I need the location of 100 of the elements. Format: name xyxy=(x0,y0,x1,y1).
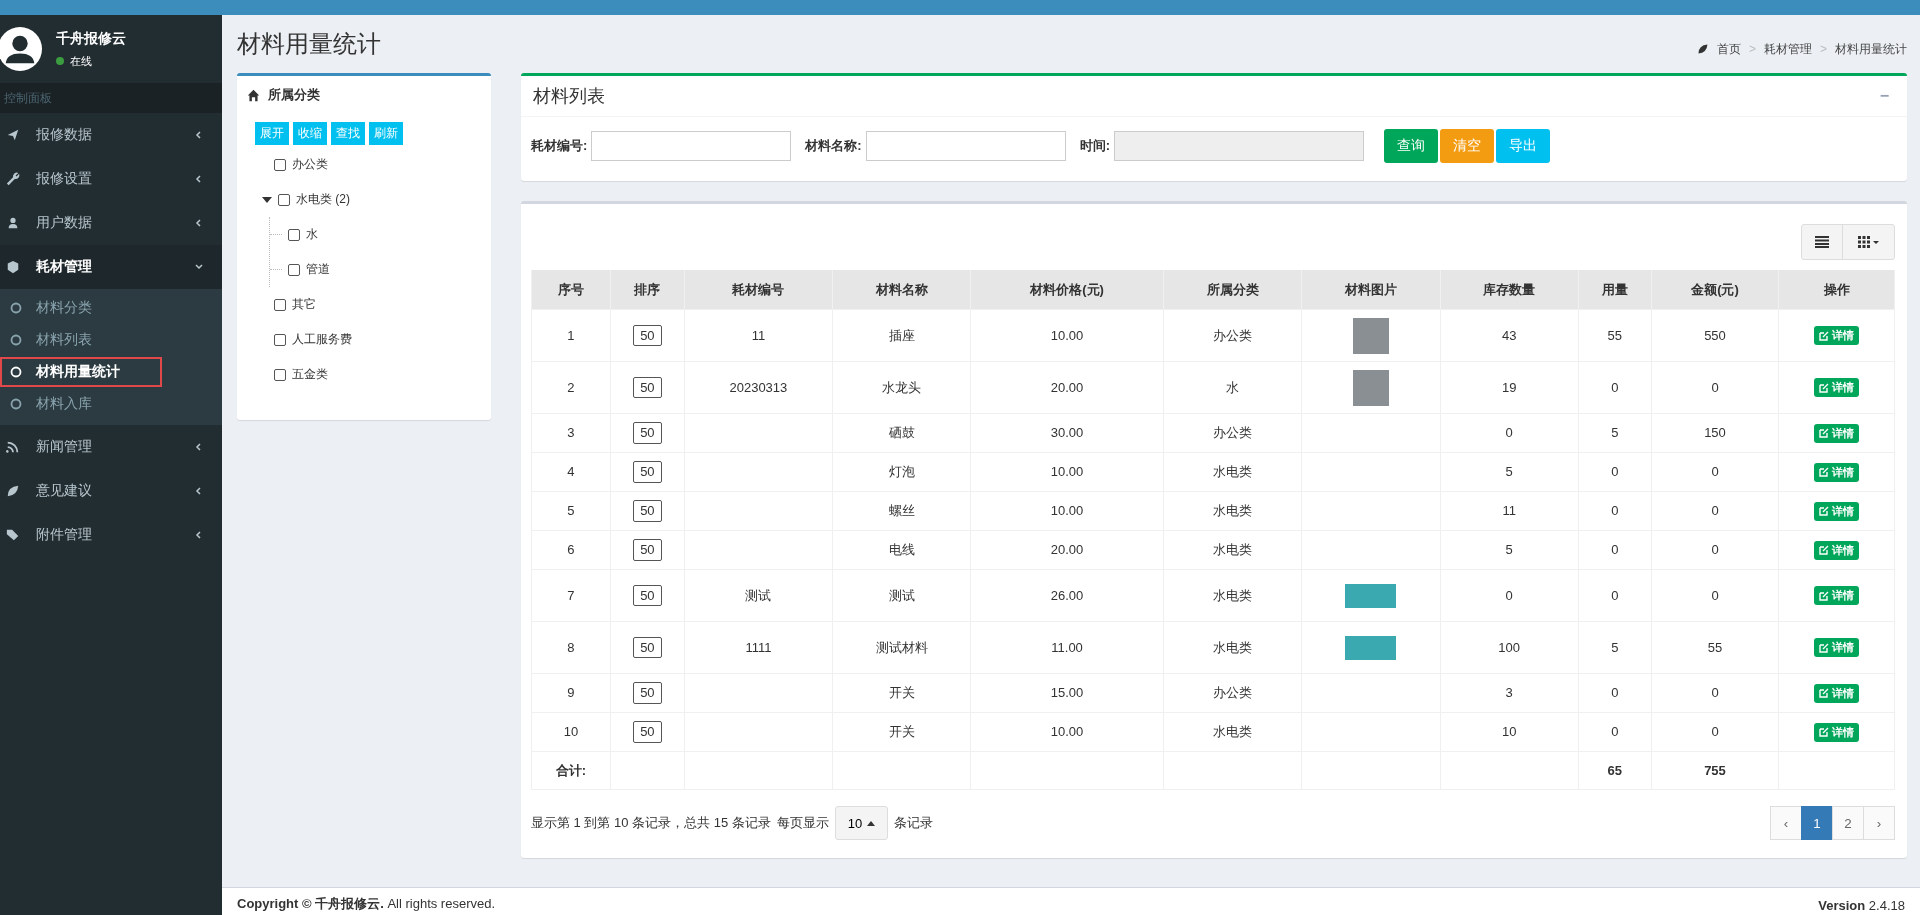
submenu-item[interactable]: 材料用量统计 xyxy=(0,357,162,387)
checkbox[interactable] xyxy=(288,228,300,241)
sort-field[interactable]: 50 xyxy=(633,539,662,561)
edit-icon xyxy=(1819,688,1830,698)
column-header: 材料价格(元) xyxy=(970,270,1164,310)
sort-field[interactable]: 50 xyxy=(633,682,662,704)
table-cell: 5 xyxy=(1505,464,1513,480)
column-header: 用量 xyxy=(1578,270,1652,310)
edit-icon xyxy=(1819,428,1830,438)
tree-item[interactable]: 五金类 xyxy=(292,366,328,383)
table-cell: 30.00 xyxy=(1050,425,1084,441)
breadcrumb-link[interactable]: 耗材管理 xyxy=(1764,40,1812,58)
sort-field[interactable]: 50 xyxy=(633,500,662,522)
page-size-dropdown[interactable]: 10 xyxy=(834,806,889,840)
table-cell: 5 xyxy=(1505,542,1513,558)
table-cell: 550 xyxy=(1704,327,1726,343)
menu-item[interactable]: 耗材管理 xyxy=(0,245,222,289)
column-header: 耗材编号 xyxy=(684,270,833,310)
input-field[interactable] xyxy=(865,131,1066,161)
menu-item[interactable]: 报修数据 xyxy=(0,113,222,157)
table-cell: 10 xyxy=(1501,724,1517,740)
table-cell: 7 xyxy=(567,587,575,603)
submenu-item[interactable]: 材料列表 xyxy=(0,325,162,355)
menu-item[interactable]: 报修设置 xyxy=(0,157,222,201)
status-dot xyxy=(56,57,64,65)
next-page-button[interactable]: › xyxy=(1863,806,1895,840)
previous-page-button[interactable]: ‹ xyxy=(1770,806,1802,840)
table-cell: 3 xyxy=(1505,685,1513,701)
panel-title: 所属分类 xyxy=(268,86,320,104)
table-cell: 9 xyxy=(567,685,575,701)
user-name: 千舟报修云 xyxy=(56,29,126,48)
edit-icon xyxy=(1819,382,1830,393)
table-cell: 11 xyxy=(1502,503,1516,519)
sort-field[interactable]: 50 xyxy=(633,584,662,607)
table-cell: 10.00 xyxy=(1050,503,1084,519)
menu-item[interactable]: 用户数据 xyxy=(0,201,222,245)
field-label: 时间: xyxy=(1079,137,1111,155)
table-cell: 0 xyxy=(1611,379,1619,395)
edit-icon xyxy=(1819,590,1830,601)
breadcrumb-link[interactable]: 材料用量统计 xyxy=(1835,40,1907,58)
table-cell: 0 xyxy=(1711,724,1719,740)
table-cell: 8 xyxy=(567,639,575,655)
table-cell: 水 xyxy=(1226,379,1240,395)
menu-item[interactable]: 附件管理 xyxy=(0,513,222,557)
sort-field[interactable]: 50 xyxy=(633,376,662,399)
page-info: 显示第 1 到第 10 条记录，总共 15 条记录 xyxy=(531,814,771,832)
sort-field[interactable]: 50 xyxy=(633,461,662,483)
breadcrumb-link[interactable]: 首页 xyxy=(1716,40,1741,58)
checkbox[interactable] xyxy=(274,368,286,381)
tree-item[interactable]: 水电类 (2) xyxy=(296,191,350,208)
table-cell: 10.00 xyxy=(1050,464,1084,480)
total-label: 合计: xyxy=(555,762,587,778)
caret-up-icon xyxy=(867,820,876,826)
page-button[interactable]: 2 xyxy=(1832,806,1864,840)
table-cell: 水电类 xyxy=(1213,464,1253,480)
column-header: 排序 xyxy=(610,270,685,310)
chevron-left-icon xyxy=(194,174,204,184)
table-cell: 水电类 xyxy=(1213,639,1253,655)
menu-item[interactable]: 新闻管理 xyxy=(0,425,222,469)
list-icon xyxy=(1815,236,1829,248)
breadcrumb-separator: > xyxy=(1748,42,1756,56)
submenu-item[interactable]: 材料分类 xyxy=(0,293,162,323)
checkbox[interactable] xyxy=(274,158,286,171)
table-cell: 0 xyxy=(1711,503,1719,519)
field-label: 耗材编号: xyxy=(531,137,588,155)
checkbox[interactable] xyxy=(288,263,300,276)
sort-field[interactable]: 50 xyxy=(633,636,662,659)
tree-item[interactable]: 水 xyxy=(306,226,318,243)
tree-item[interactable]: 办公类 xyxy=(292,156,328,173)
page-button[interactable]: 1 xyxy=(1801,806,1833,840)
checkbox[interactable] xyxy=(278,193,290,206)
per-page-label: 每页显示 xyxy=(776,814,829,832)
circle-icon xyxy=(10,366,22,378)
sort-field[interactable]: 50 xyxy=(633,422,662,444)
tree-item[interactable]: 管道 xyxy=(306,261,330,278)
menu-item[interactable]: 意见建议 xyxy=(0,469,222,513)
table-cell: 0 xyxy=(1611,464,1619,480)
table-cell: 0 xyxy=(1711,685,1719,701)
tree-item[interactable]: 其它 xyxy=(292,296,316,313)
table-cell: 0 xyxy=(1611,685,1619,701)
table-cell: 5 xyxy=(567,503,575,519)
column-header: 序号 xyxy=(531,270,611,310)
breadcrumb-separator: > xyxy=(1820,42,1827,56)
table-cell: 3 xyxy=(567,425,575,441)
input-field[interactable] xyxy=(591,131,792,161)
user-icon xyxy=(6,216,20,230)
table-cell: 150 xyxy=(1704,425,1726,441)
table-cell: 水电类 xyxy=(1213,503,1253,519)
checkbox[interactable] xyxy=(274,333,286,346)
table-cell: 5 xyxy=(1611,425,1619,441)
tree-item[interactable]: 人工服务费 xyxy=(292,331,352,348)
table-cell: 水电类 xyxy=(1213,587,1253,603)
table-cell: 测试材料 xyxy=(875,639,928,655)
field-label: 材料名称: xyxy=(805,137,862,155)
sort-field[interactable]: 50 xyxy=(633,324,662,347)
submenu-item[interactable]: 材料入库 xyxy=(0,389,162,419)
caret-down-icon[interactable] xyxy=(262,194,272,205)
checkbox[interactable] xyxy=(274,298,286,311)
column-header: 材料图片 xyxy=(1301,270,1441,310)
sort-field[interactable]: 50 xyxy=(633,721,662,743)
